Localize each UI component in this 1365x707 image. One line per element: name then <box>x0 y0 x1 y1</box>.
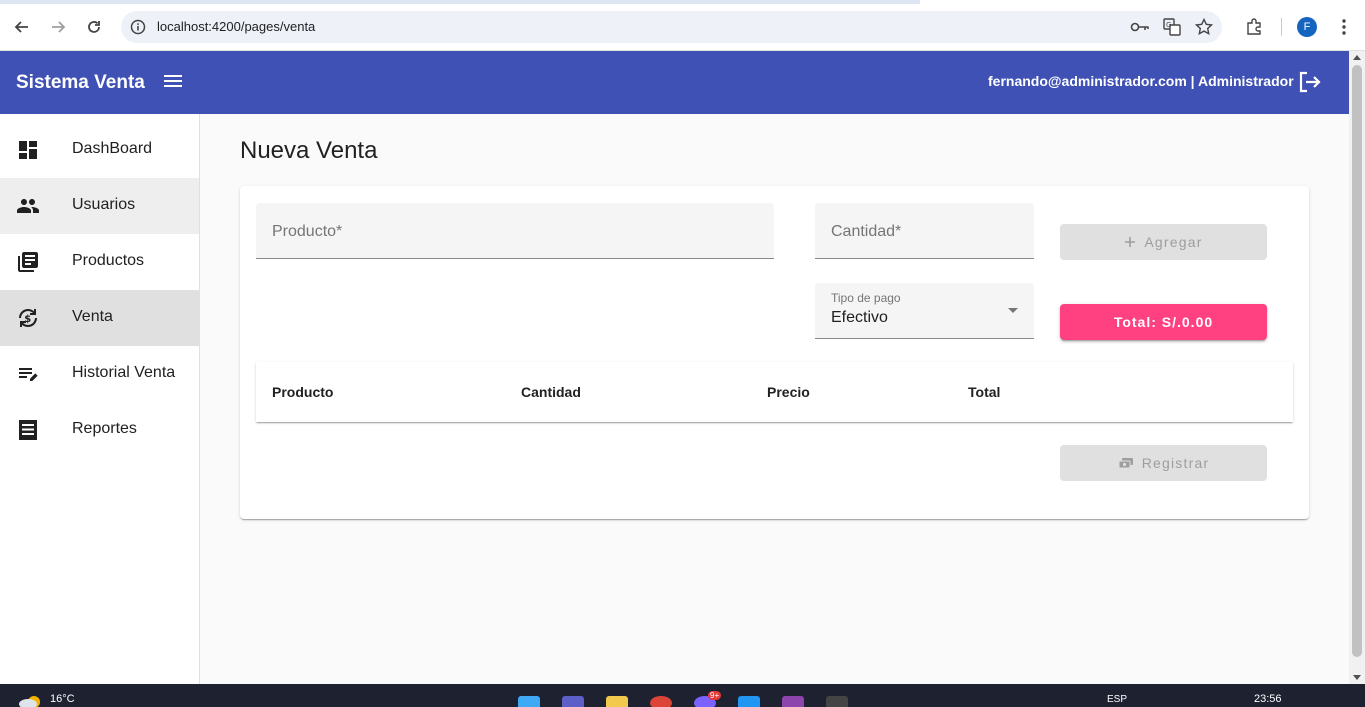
total-label: Total: S/.0.00 <box>1113 314 1214 330</box>
sidebar-item-label: Historial Venta <box>72 364 176 381</box>
browser-chrome: localhost:4200/pages/venta G F <box>0 0 1365 51</box>
bookmark-button[interactable] <box>1193 16 1215 38</box>
tipo-pago-label: Tipo de pago <box>831 291 901 305</box>
currency-exchange-icon: $ <box>19 309 37 327</box>
user-info: fernando@administrador.com | Administrad… <box>988 73 1294 89</box>
edit-note-icon <box>19 368 38 381</box>
visual-studio-icon[interactable] <box>782 696 804 707</box>
payments-icon <box>1118 458 1133 469</box>
arrow-forward-icon <box>52 21 66 33</box>
password-key-button[interactable] <box>1129 16 1151 38</box>
add-icon <box>1125 237 1136 247</box>
sidebar: DashBoard Usuarios Productos $ Venta His… <box>0 114 200 684</box>
library-books-icon <box>18 252 38 272</box>
windows-start-icon[interactable] <box>518 696 540 707</box>
dropdown-arrow-icon <box>1008 308 1018 313</box>
puzzle-icon <box>1247 18 1261 35</box>
back-button[interactable] <box>10 15 34 39</box>
svg-text:G: G <box>1166 21 1171 29</box>
scroll-thumb[interactable] <box>1352 65 1362 657</box>
vscode-icon[interactable] <box>738 696 760 707</box>
sidebar-item-productos[interactable]: Productos <box>0 234 199 290</box>
column-header-cantidad: Cantidad <box>521 384 581 400</box>
site-info-icon[interactable] <box>130 19 146 35</box>
agregar-button[interactable]: Agregar <box>1060 224 1267 260</box>
sidebar-item-label: Reportes <box>72 420 137 437</box>
sidebar-item-label: Venta <box>72 308 113 325</box>
sidebar-item-historial-venta[interactable]: Historial Venta <box>0 346 199 402</box>
url-text: localhost:4200/pages/venta <box>157 19 316 34</box>
page-scrollbar[interactable] <box>1349 51 1365 684</box>
reload-button[interactable] <box>82 15 106 39</box>
registrar-label: Registrar <box>1141 455 1210 471</box>
tab-strip <box>0 0 1365 4</box>
sidebar-item-label: Productos <box>72 252 145 269</box>
registrar-button[interactable]: Registrar <box>1060 445 1267 481</box>
receipt-icon <box>19 420 37 440</box>
productos-table: Producto Cantidad Precio Total <box>256 362 1293 422</box>
menu-toggle-button[interactable] <box>163 71 183 96</box>
terminal-icon[interactable] <box>826 696 848 707</box>
cantidad-label: Cantidad* <box>831 223 902 240</box>
logout-icon <box>1299 71 1321 93</box>
producto-field[interactable]: Producto* <box>256 203 774 259</box>
more-vert-icon <box>1342 19 1346 35</box>
app-title: Sistema Venta <box>16 72 145 93</box>
sidebar-item-venta[interactable]: $ Venta <box>0 290 199 346</box>
dashboard-icon <box>19 141 37 159</box>
teams-icon[interactable] <box>562 696 584 707</box>
arrow-back-icon <box>14 21 28 33</box>
weather-temperature: 16°C <box>50 693 75 705</box>
tipo-pago-value: Efectivo <box>831 309 888 326</box>
app-toolbar: Sistema Venta fernando@administrador.com… <box>0 51 1349 114</box>
tipo-pago-select[interactable]: Tipo de pago Efectivo <box>815 283 1034 339</box>
scroll-up-icon[interactable] <box>1353 55 1361 60</box>
sidebar-item-usuarios[interactable]: Usuarios <box>0 178 199 234</box>
file-explorer-icon[interactable] <box>606 696 628 707</box>
browser-menu-button[interactable] <box>1333 16 1355 38</box>
key-icon <box>1130 22 1149 32</box>
keyboard-language[interactable]: ESP <box>1107 694 1127 705</box>
total-button[interactable]: Total: S/.0.00 <box>1060 304 1267 340</box>
producto-label: Producto* <box>272 223 343 240</box>
translate-icon: G <box>1163 18 1181 36</box>
column-header-total: Total <box>968 384 1001 400</box>
menu-icon <box>164 75 182 87</box>
star-icon <box>1195 18 1213 36</box>
translate-button[interactable]: G <box>1161 16 1183 38</box>
profile-avatar[interactable]: F <box>1297 17 1317 37</box>
toolbar-separator <box>1281 18 1282 36</box>
logout-button[interactable] <box>1297 70 1321 99</box>
active-tab[interactable] <box>920 0 1365 4</box>
svg-text:$: $ <box>24 314 31 325</box>
address-bar[interactable]: localhost:4200/pages/venta <box>121 11 1222 43</box>
weather-cloud-icon[interactable] <box>18 694 42 707</box>
scroll-down-icon[interactable] <box>1353 675 1361 680</box>
cantidad-field[interactable]: Cantidad* <box>815 203 1034 259</box>
sidebar-item-dashboard[interactable]: DashBoard <box>0 122 199 178</box>
forward-button[interactable] <box>46 15 70 39</box>
page-title: Nueva Venta <box>240 137 378 164</box>
notification-badge: 9+ <box>708 691 722 700</box>
people-icon <box>17 199 39 213</box>
clock-time[interactable]: 23:56 <box>1254 693 1282 705</box>
reload-icon <box>88 21 100 33</box>
agregar-label: Agregar <box>1144 234 1203 250</box>
extensions-button[interactable] <box>1243 16 1265 38</box>
column-header-producto: Producto <box>272 384 334 400</box>
os-taskbar: 16°C 9+ ESP 23:56 <box>0 684 1365 707</box>
sidebar-item-reportes[interactable]: Reportes <box>0 402 199 458</box>
chrome-icon[interactable] <box>650 696 672 707</box>
column-header-precio: Precio <box>767 384 810 400</box>
sidebar-item-label: DashBoard <box>72 140 153 157</box>
sidebar-item-label: Usuarios <box>72 196 136 213</box>
